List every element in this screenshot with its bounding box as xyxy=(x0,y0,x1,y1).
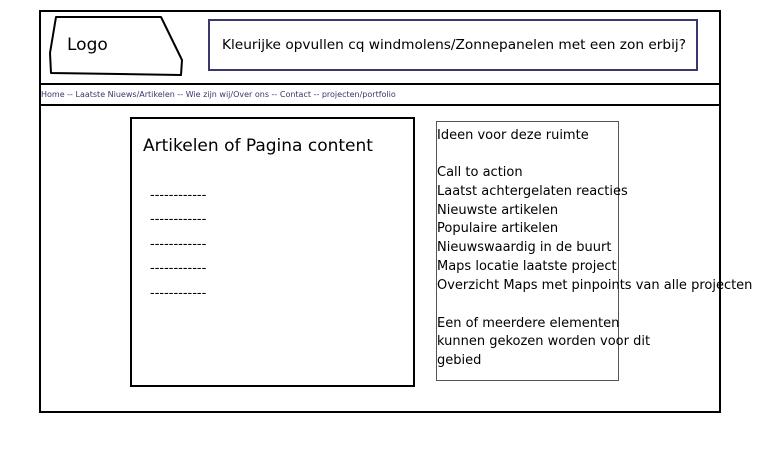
sidebar-note-line: kunnen gekozen worden voor dit xyxy=(437,334,651,349)
content-placeholder-line: ------------ xyxy=(150,286,207,301)
sidebar-item: Populaire artikelen xyxy=(437,221,559,236)
content-placeholder-line: ------------ xyxy=(150,237,207,252)
sidebar-item: Nieuwste artikelen xyxy=(437,203,559,218)
content-title: Artikelen of Pagina content xyxy=(143,136,373,156)
nav-divider xyxy=(39,104,721,106)
sidebar-item: Overzicht Maps met pinpoints van alle pr… xyxy=(437,278,753,293)
logo[interactable]: Logo xyxy=(67,34,108,56)
sidebar-note-line: gebied xyxy=(437,353,482,368)
header-banner: Kleurijke opvullen cq windmolens/Zonnepa… xyxy=(208,19,698,71)
sidebar-heading: Ideen voor deze ruimte xyxy=(437,128,589,143)
content-placeholder-line: ------------ xyxy=(150,212,207,227)
sidebar-note-line: Een of meerdere elementen xyxy=(437,316,620,331)
sidebar-item: Laatst achtergelaten reacties xyxy=(437,184,628,199)
banner-text: Kleurijke opvullen cq windmolens/Zonnepa… xyxy=(222,37,686,53)
sidebar-item: Maps locatie laatste project xyxy=(437,259,617,274)
content-placeholder-line: ------------ xyxy=(150,188,207,203)
content-placeholder-line: ------------ xyxy=(150,261,207,276)
main-navigation[interactable]: Home -- Laatste Niuews/Artikelen -- Wie … xyxy=(41,85,721,104)
sidebar-item: Call to action xyxy=(437,165,523,180)
sidebar-item: Nieuwswaardig in de buurt xyxy=(437,240,612,255)
